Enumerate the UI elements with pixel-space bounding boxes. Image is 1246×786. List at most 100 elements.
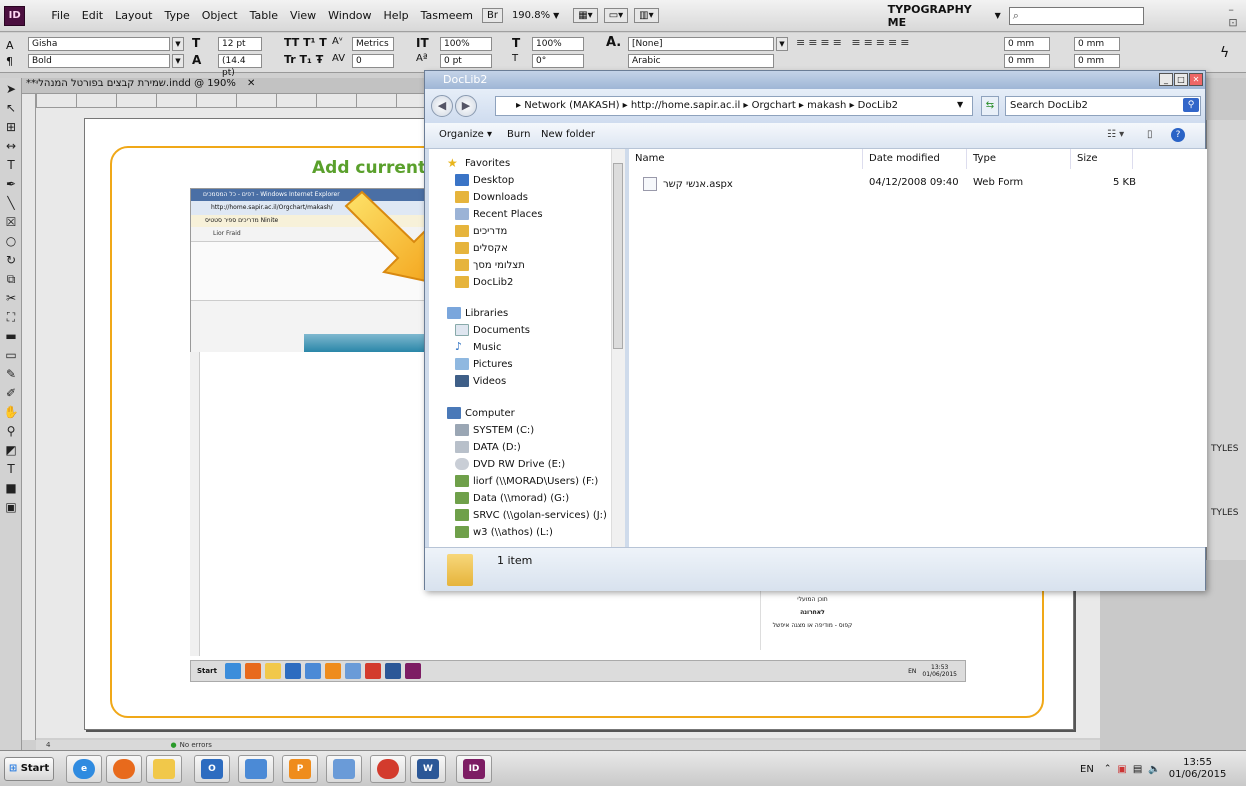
- clock[interactable]: 13:55 01/06/2015: [1169, 757, 1227, 781]
- right-indent-field[interactable]: 0 mm: [1074, 37, 1120, 51]
- menu-view[interactable]: View: [284, 9, 322, 22]
- chevron-down-icon[interactable]: ▼: [553, 11, 559, 20]
- gradient-feather-tool-icon[interactable]: ▭: [3, 347, 19, 363]
- chevron-down-icon[interactable]: ▼: [172, 54, 184, 68]
- taskbar-app-button[interactable]: [238, 755, 274, 783]
- hand-tool-icon[interactable]: ✋: [3, 404, 19, 420]
- burn-button[interactable]: Burn: [507, 129, 530, 140]
- view-options-icon[interactable]: ▦▾: [573, 8, 598, 23]
- free-transform-tool-icon[interactable]: ⛶: [3, 309, 19, 325]
- zoom-tool-icon[interactable]: ⚲: [3, 423, 19, 439]
- nav-desktop[interactable]: Desktop: [455, 174, 514, 186]
- character-mode-icon[interactable]: A: [6, 39, 14, 52]
- nav-folder-excels[interactable]: אקסלים: [455, 242, 508, 254]
- taskbar-app2-button[interactable]: [326, 755, 362, 783]
- nav-drive-d[interactable]: DATA (D:): [455, 441, 521, 453]
- nav-drive-j[interactable]: SRVC (\\golan-services) (J:): [455, 509, 607, 521]
- chevron-up-icon[interactable]: ⌃: [1104, 764, 1112, 774]
- taskbar-outlook-button[interactable]: O: [194, 755, 230, 783]
- menu-edit[interactable]: Edit: [76, 9, 109, 22]
- document-tab[interactable]: **שמירת קבצים בפורטל המנהלי.indd @ 190% …: [22, 78, 432, 94]
- paragraph-align-icons[interactable]: ≡≡≡≡ ≡≡≡≡≡: [796, 36, 912, 49]
- space-after-field[interactable]: 0 mm: [1074, 54, 1120, 68]
- skew-field[interactable]: 0°: [532, 54, 584, 68]
- horizontal-scale-field[interactable]: 100%: [532, 37, 584, 51]
- menu-table[interactable]: Table: [244, 9, 284, 22]
- taskbar-indesign-button[interactable]: ID: [456, 755, 492, 783]
- font-family-field[interactable]: Gisha: [28, 37, 170, 51]
- vertical-scale-field[interactable]: 100%: [440, 37, 492, 51]
- taskbar-explorer-button[interactable]: [146, 755, 182, 783]
- pen-tool-icon[interactable]: ✒: [3, 176, 19, 192]
- workspace-switcher[interactable]: TYPOGRAPHY ME: [888, 3, 991, 29]
- scale-tool-icon[interactable]: ⧉: [3, 271, 19, 287]
- baseline-shift-field[interactable]: 0 pt: [440, 54, 492, 68]
- styles-panel[interactable]: TYLES TYLES: [1206, 120, 1246, 560]
- character-style-field[interactable]: [None]: [628, 37, 774, 51]
- nav-drive-l[interactable]: w3 (\\athos) (L:): [455, 526, 553, 538]
- search-input[interactable]: Search DocLib2: [1005, 96, 1201, 116]
- fill-stroke-icon[interactable]: ◩: [3, 442, 19, 458]
- nav-computer[interactable]: Computer: [447, 407, 515, 419]
- nav-drive-f[interactable]: liorf (\\MORAD\Users) (F:): [455, 475, 598, 487]
- menu-object[interactable]: Object: [196, 9, 244, 22]
- eyedropper-tool-icon[interactable]: ✐: [3, 385, 19, 401]
- nav-music[interactable]: ♪ Music: [455, 341, 501, 353]
- panel-flyout-icon[interactable]: ϟ: [1220, 45, 1229, 61]
- nav-folder-doclib2[interactable]: DocLib2: [455, 276, 513, 288]
- preflight-status[interactable]: No errors: [180, 740, 212, 750]
- page-tool-icon[interactable]: ⊞: [3, 119, 19, 135]
- network-icon[interactable]: ▣: [1117, 764, 1126, 775]
- change-view-icon[interactable]: ☷ ▾: [1107, 129, 1124, 140]
- font-style-field[interactable]: Bold: [28, 54, 170, 68]
- rotate-tool-icon[interactable]: ↻: [3, 252, 19, 268]
- column-header-date[interactable]: Date modified: [863, 149, 967, 169]
- menu-tasmeem[interactable]: Tasmeem: [415, 9, 479, 22]
- menu-help[interactable]: Help: [378, 9, 415, 22]
- chevron-down-icon[interactable]: ▼: [995, 11, 1001, 20]
- column-header-size[interactable]: Size: [1071, 149, 1133, 169]
- menu-window[interactable]: Window: [322, 9, 377, 22]
- bridge-button[interactable]: Br: [481, 8, 503, 23]
- file-explorer-window[interactable]: DocLib2 _ □ ✕ ◀ ▶ ▸ Network (MAKASH) ▸ h…: [424, 70, 1207, 591]
- small-caps-icon[interactable]: Tr T₁ Ŧ: [284, 53, 323, 66]
- nav-documents[interactable]: Documents: [455, 324, 530, 336]
- font-size-field[interactable]: 12 pt: [218, 37, 262, 51]
- battery-icon[interactable]: ▤: [1133, 764, 1142, 775]
- back-button[interactable]: ◀: [431, 95, 453, 117]
- search-icon[interactable]: ⚲: [1183, 98, 1199, 112]
- column-header-type[interactable]: Type: [967, 149, 1071, 169]
- nav-pictures[interactable]: Pictures: [455, 358, 513, 370]
- scissors-tool-icon[interactable]: ✂: [3, 290, 19, 306]
- panel-label-styles[interactable]: TYLES: [1211, 508, 1238, 518]
- volume-icon[interactable]: 🔈: [1148, 764, 1160, 775]
- start-button[interactable]: ⊞ Start: [4, 757, 54, 781]
- language-indicator[interactable]: EN: [1080, 764, 1094, 775]
- selection-tool-icon[interactable]: ➤: [3, 81, 19, 97]
- direct-selection-tool-icon[interactable]: ↖: [3, 100, 19, 116]
- formatting-icon[interactable]: T: [3, 461, 19, 477]
- gradient-tool-icon[interactable]: ▬: [3, 328, 19, 344]
- language-field[interactable]: Arabic: [628, 54, 774, 68]
- nav-downloads[interactable]: Downloads: [455, 191, 528, 203]
- nav-scrollbar-thumb[interactable]: [613, 163, 623, 349]
- nav-drive-e[interactable]: DVD RW Drive (E:): [455, 458, 565, 470]
- maximize-button[interactable]: □: [1174, 73, 1188, 86]
- note-tool-icon[interactable]: ✎: [3, 366, 19, 382]
- zoom-level[interactable]: 190.8%: [512, 10, 550, 21]
- nav-videos[interactable]: Videos: [455, 375, 506, 387]
- type-tool-icon[interactable]: T: [3, 157, 19, 173]
- table-row[interactable]: אנשי קשר.aspx: [643, 177, 733, 191]
- gap-tool-icon[interactable]: ↔: [3, 138, 19, 154]
- minimize-button[interactable]: _: [1159, 73, 1173, 86]
- chevron-down-icon[interactable]: ▼: [957, 100, 963, 109]
- page-number[interactable]: 4: [46, 740, 50, 750]
- panel-label-styles[interactable]: TYLES: [1211, 444, 1238, 454]
- preview-pane-icon[interactable]: ▯: [1147, 129, 1153, 140]
- all-caps-icon[interactable]: TT T¹ T: [284, 36, 327, 49]
- taskbar-word-button[interactable]: W: [410, 755, 446, 783]
- refresh-button[interactable]: ⇆: [981, 96, 999, 116]
- nav-folder-guides[interactable]: מדריכים: [455, 225, 507, 237]
- organize-button[interactable]: Organize ▾: [439, 129, 492, 140]
- tracking-field[interactable]: 0: [352, 54, 394, 68]
